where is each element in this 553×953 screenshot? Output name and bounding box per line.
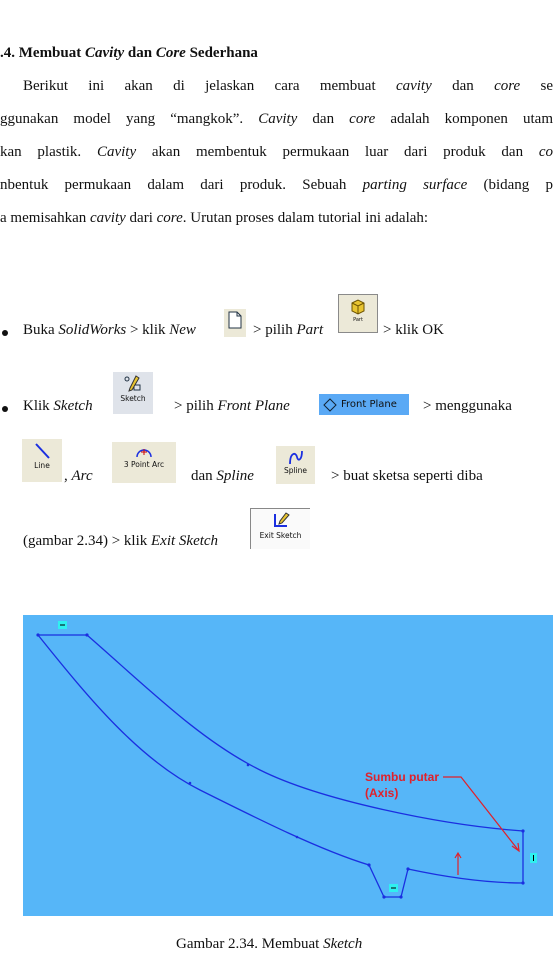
italic-term: Sketch [53,398,93,414]
part-icon [351,299,365,315]
plane-icon [323,397,337,412]
text-segment: . Urutan proses dalam tutorial ini adala… [182,210,429,226]
groove [368,864,409,898]
text-segment: > klik OK [383,322,444,338]
text-segment: .4. Membuat [0,45,85,61]
exit-sketch-label: Exit Sketch [259,531,302,540]
italic-term: cavity [395,78,432,94]
paragraph-line: kan plastik. Cavity akan membentuk permu… [0,144,553,164]
text-segment: ggunakan model yang “mangkok”. [0,111,259,127]
upper-curve [86,634,524,832]
spline-label: Spline [283,466,308,475]
spline-icon [288,450,303,465]
figure-caption: Gambar 2.34. Membuat Sketch [176,936,362,953]
part-label: Part [353,317,363,323]
paragraph-line: nbentuk permukaan dalam dari produk. Seb… [0,177,553,197]
arc-label: 3 Point Arc [123,460,165,469]
annotation-label-axis: (Axis) [365,786,398,800]
line-button[interactable]: Line [22,439,62,482]
new-document-icon [228,311,242,329]
text-segment: > menggunaka [423,398,512,414]
text-segment: adalah komponen utam [375,111,553,127]
italic-term: Core [155,45,186,61]
section-heading: .4. Membuat Cavity dan Core Sederhana [0,45,258,62]
small-arrow [454,851,462,875]
text-segment: nbentuk permukaan dalam dari produk. Seb… [0,177,363,193]
text-segment: akan membentuk permukaan luar dari produ… [136,144,539,160]
bullet2-text: > buat sketsa seperti diba [331,468,483,485]
exit-sketch-icon [273,512,290,527]
sketch-icon [124,375,141,392]
italic-term: SolidWorks [58,322,127,338]
text-segment: dan [297,111,350,127]
text-segment: > klik [126,322,170,338]
text-segment: se [520,78,553,94]
italic-term: Cavity [258,111,298,127]
italic-term: New [169,322,196,338]
bullet2-text: dan Spline [191,468,254,485]
bullet2-text: > menggunaka [423,398,512,415]
new-button[interactable] [224,309,246,337]
bullet2-text: Klik Sketch [23,398,93,415]
bullet-dot [2,406,8,412]
italic-term: Spline [216,468,254,484]
italic-term: Exit Sketch [151,533,219,549]
text-segment: (gambar 2.34) > klik [23,533,152,549]
text-segment: dan [191,468,217,484]
front-plane-label: Front Plane [341,399,397,410]
text-segment: > pilih [253,322,297,338]
italic-term: Front Plane [217,398,290,414]
italic-term: Part [296,322,324,338]
italic-term: Cavity [85,45,125,61]
annotation-label: Sumbu putar [365,770,439,784]
text-segment: Sederhana [185,45,258,61]
lower-curve [37,634,370,866]
text-segment: kan plastik. [0,144,97,160]
paragraph-line: ggunakan model yang “mangkok”. Cavity da… [0,111,553,131]
line-label: Line [34,461,50,470]
line-icon [35,443,50,459]
text-segment: Klik [23,398,54,414]
text-segment: dan [431,78,495,94]
paragraph-line: a memisahkan cavity dari core. Urutan pr… [0,210,428,227]
italic-term: Arc [71,468,93,484]
italic-term: core [349,111,376,127]
bottom-curve [407,868,524,884]
bullet1-text: > pilih Part [253,322,323,339]
text-segment: dan [124,45,156,61]
text-segment: (bidang p [467,177,553,193]
text-segment: Berikut ini akan di jelaskan cara membua… [23,78,396,94]
bullet2-text: (gambar 2.34) > klik Exit Sketch [23,533,218,550]
italic-term: core [156,210,183,226]
bullet1-text: > klik OK [383,322,444,339]
three-point-arc-button[interactable]: 3 Point Arc [112,442,176,483]
text-segment: Buka [23,322,59,338]
italic-term: parting surface [362,177,468,193]
sketch-button[interactable]: Sketch [113,372,153,414]
exit-sketch-button[interactable]: Exit Sketch [250,508,310,549]
bullet-dot [2,330,8,336]
text-segment: , [64,468,72,484]
paragraph-line: Berikut ini akan di jelaskan cara membua… [23,78,553,98]
constraint-markers [58,621,537,892]
text-segment: > pilih [174,398,218,414]
sketch-label: Sketch [120,394,146,403]
italic-term: cavity [89,210,126,226]
bullet1-text: Buka SolidWorks > klik New [23,322,196,339]
italic-term: core [494,78,521,94]
text-segment: > buat sketsa seperti diba [331,468,483,484]
text-segment: dari [125,210,157,226]
italic-term: Cavity [96,144,137,160]
bullet2-text: > pilih Front Plane [174,398,290,415]
front-plane-item[interactable]: Front Plane [319,394,409,415]
arc-icon [136,449,152,458]
spline-button[interactable]: Spline [276,446,315,484]
text-segment: a memisahkan [0,210,90,226]
bullet2-text: , Arc [64,468,93,485]
sketch-drawing: Sumbu putar (Axis) [36,621,537,899]
italic-term: co [538,144,553,160]
part-button[interactable]: Part [338,294,378,333]
annotation-arrow [443,776,520,852]
sketch-figure: Sumbu putar (Axis) [23,615,553,916]
